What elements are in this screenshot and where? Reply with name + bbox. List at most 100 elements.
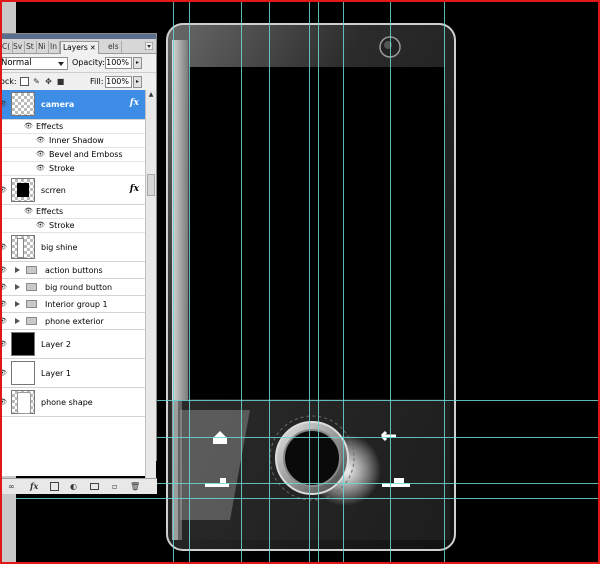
new-group-icon[interactable] [90,483,99,490]
layer-thumbnail [11,361,35,385]
effect-row-stroke[interactable]: 👁 Stroke [0,219,145,233]
layer-thumbnail [11,92,35,116]
layer-row-camera[interactable]: 👁 camera fx [0,90,145,120]
add-mask-icon[interactable] [50,482,59,491]
eye-icon[interactable]: 👁 [0,398,7,406]
group-name: big round button [45,283,113,292]
scroll-up-icon[interactable]: ▲ [147,91,155,99]
eye-icon[interactable]: 👁 [24,207,33,215]
panel-menu-icon[interactable] [145,42,153,50]
layer-name: Layer 1 [41,369,71,378]
eye-icon[interactable]: 👁 [0,186,7,194]
eye-icon[interactable]: 👁 [0,300,7,308]
eye-icon[interactable]: 👁 [0,283,7,291]
effect-name: Bevel and Emboss [49,150,123,159]
tab-navigator[interactable]: Ni [36,41,49,53]
layer-row-phone-shape[interactable]: 👁 phone shape [0,388,145,417]
layer-thumbnail [11,235,35,259]
folder-icon [26,317,37,325]
add-style-icon[interactable]: fx [30,482,38,491]
guide-vertical[interactable] [390,0,391,564]
layer-name: phone shape [41,398,93,407]
guide-vertical[interactable] [318,0,319,564]
eye-icon[interactable]: 👁 [36,164,45,172]
effects-label: Effects [36,207,64,216]
effect-row-stroke[interactable]: 👁 Stroke [0,162,145,176]
expand-arrow-icon[interactable] [15,284,20,290]
close-icon[interactable]: ✕ [90,44,96,52]
layer-group-phone-exterior[interactable]: 👁 phone exterior [0,313,145,330]
expand-arrow-icon[interactable] [15,301,20,307]
group-name: action buttons [45,266,103,275]
guide-vertical[interactable] [189,0,190,564]
group-name: phone exterior [45,317,104,326]
layer-row-layer-2[interactable]: 👁 Layer 2 [0,330,145,359]
tab-info[interactable]: In [48,41,60,53]
eye-icon[interactable]: 👁 [36,136,45,144]
opacity-field[interactable]: 100% [105,57,132,69]
fx-icon[interactable]: fx [130,184,139,194]
guide-vertical[interactable] [309,0,310,564]
layer-thumbnail [11,178,35,202]
layer-group-big-round-button[interactable]: 👁 big round button [0,279,145,296]
guide-vertical[interactable] [241,0,242,564]
link-layers-icon[interactable]: ∞ [8,482,15,491]
layers-footer: ∞ fx ◐ ▫ 🗑 [0,478,157,494]
lock-all-icon[interactable]: ■ [56,77,65,86]
guide-vertical[interactable] [444,0,445,564]
layer-group-action-buttons[interactable]: 👁 action buttons [0,262,145,279]
effect-row-bevel-emboss[interactable]: 👁 Bevel and Emboss [0,148,145,162]
panel-tabs: C( Sv St Ni In Layers ✕ els [0,39,156,54]
expand-arrow-icon[interactable] [15,318,20,324]
eye-icon[interactable]: 👁 [36,221,45,229]
lock-transparent-icon[interactable] [20,77,29,86]
tab-styles[interactable]: St [24,41,37,53]
new-layer-icon[interactable]: ▫ [112,482,117,491]
layer-row-big-shine[interactable]: 👁 big shine [0,233,145,262]
eye-icon[interactable]: 👁 [0,317,7,325]
eye-icon[interactable]: 👁 [0,266,7,274]
eye-icon[interactable]: 👁 [36,150,45,158]
effects-row[interactable]: 👁 Effects [0,120,145,134]
tab-channels[interactable]: els [106,41,122,53]
fx-icon[interactable]: fx [130,98,139,108]
fill-label: Fill: [90,77,104,86]
eye-icon[interactable]: 👁 [0,369,7,377]
layer-thumbnail [11,390,35,414]
eye-icon[interactable]: 👁 [0,340,7,348]
guide-vertical[interactable] [173,0,174,564]
folder-icon [26,300,37,308]
effects-row[interactable]: 👁 Effects [0,205,145,219]
layer-row-scrren[interactable]: 👁 scrren fx [0,176,145,205]
phone-screen [189,67,445,399]
blend-mode-select[interactable]: Normal [0,57,68,70]
lock-label: ock: [0,77,17,86]
scrollbar-thumb[interactable] [147,174,155,196]
lock-brush-icon[interactable]: ✎ [32,77,41,86]
photoshop-workspace: C( Sv St Ni In Layers ✕ els Normal Opacit… [0,0,600,564]
folder-icon [26,283,37,291]
layer-name: big shine [41,243,78,252]
layer-row-layer-1[interactable]: 👁 Layer 1 [0,359,145,388]
lock-move-icon[interactable]: ✥ [44,77,53,86]
opacity-slider-arrow-icon[interactable]: ▸ [133,57,142,69]
eye-icon[interactable]: 👁 [0,100,7,108]
layer-group-interior-group-1[interactable]: 👁 Interior group 1 [0,296,145,313]
guide-vertical[interactable] [343,0,344,564]
guide-vertical[interactable] [269,0,270,564]
fill-slider-arrow-icon[interactable]: ▸ [133,76,142,88]
effect-name: Inner Shadow [49,136,104,145]
effect-name: Stroke [49,221,75,230]
effect-row-inner-shadow[interactable]: 👁 Inner Shadow [0,134,145,148]
effect-name: Stroke [49,164,75,173]
adjustment-layer-icon[interactable]: ◐ [70,482,77,491]
tab-layers[interactable]: Layers ✕ [60,41,99,54]
layers-scrollbar[interactable]: ▲ [145,90,156,478]
eye-icon[interactable]: 👁 [24,122,33,130]
trash-icon[interactable]: 🗑 [130,482,140,491]
guide-horizontal[interactable] [16,498,600,499]
phone-side-shine [172,40,188,400]
expand-arrow-icon[interactable] [15,267,20,273]
fill-field[interactable]: 100% [105,76,132,88]
eye-icon[interactable]: 👁 [0,243,7,251]
